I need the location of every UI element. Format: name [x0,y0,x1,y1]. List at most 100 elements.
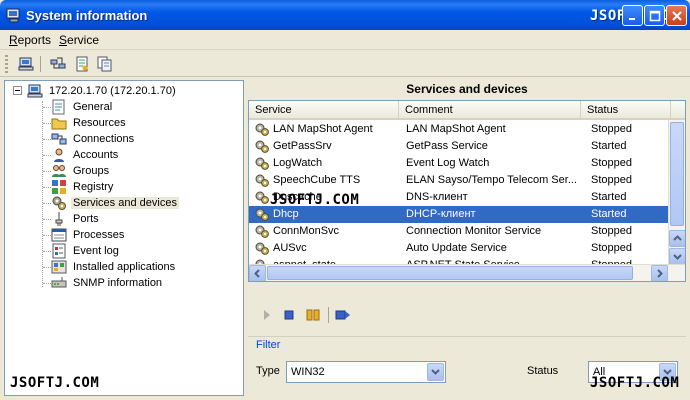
cell-status: Started [591,140,627,152]
processes-icon [51,228,67,242]
watermark-bottom-left: JSOFTJ.COM [10,375,100,391]
connections-icon [51,133,67,145]
tree-connector [43,235,51,236]
tree-item-label: Ports [73,213,99,225]
cell-service: GetPassSrv [273,140,332,152]
tree-item-label: Installed applications [73,261,176,273]
chevron-up-icon [673,235,682,241]
tree-item[interactable]: Services and devices [51,195,179,211]
cell-comment: DNS-клиент [406,191,468,203]
tree-root-label: 172.20.1.70 (172.20.1.70) [49,85,176,97]
pause-service-button[interactable] [304,306,322,324]
filter-legend: Filter [256,339,281,351]
tree-connector [42,101,43,287]
start-service-button[interactable] [258,306,276,324]
tree-item[interactable]: Connections [51,131,136,147]
scroll-left-button[interactable] [249,265,266,281]
chevron-left-icon [254,269,260,278]
accounts-icon [54,148,64,162]
tree-connector [43,187,51,188]
status-label: Status [527,365,559,377]
service-gear-icon [255,191,269,204]
table-row[interactable]: ConnMonSvc Connection Monitor Service Stop… [249,223,670,240]
column-header-comment[interactable]: Comment [399,101,581,120]
table-row[interactable]: LAN MapShot Agent LAN MapShot Agent Stoppe… [249,121,670,138]
general-icon [52,99,65,115]
cell-status: Stopped [591,157,632,169]
column-header-status[interactable]: Status [581,101,671,120]
service-gear-icon [255,208,269,221]
type-select-value: WIN32 [291,366,325,378]
toolbar-network-button[interactable] [48,54,68,74]
services-table[interactable]: Service Comment Status LAN MapShot Agent… [248,100,686,282]
tree-item[interactable]: Registry [51,179,115,195]
cell-service: Dhcp [273,208,299,220]
restart-service-button[interactable] [334,306,352,324]
tree-item[interactable]: Accounts [51,147,120,163]
table-row[interactable]: SpeechCube TTS ELAN Sayso/Tempo Telecom S… [249,172,670,189]
tree-item[interactable]: Resources [51,115,128,131]
cell-comment: Connection Monitor Service [406,225,542,237]
cell-service: LogWatch [273,157,323,169]
toolbar-computer-button[interactable] [16,54,36,74]
cell-status: Started [591,208,627,220]
type-select-dropdown[interactable] [427,363,444,381]
table-row[interactable]: Dhcp DHCP-клиент Started [249,206,670,223]
service-control-bar [248,302,686,328]
tree-connector [43,139,51,140]
title-bar: System information JSOFTJ.COM [0,0,690,30]
vertical-scroll-thumb[interactable] [670,122,684,226]
tree-collapse-toggle[interactable] [13,86,22,95]
menu-bar: Reports Service [0,30,690,50]
play-icon [264,310,270,320]
toolbar-copy-button[interactable] [95,54,115,74]
table-row[interactable]: AUSvc Auto Update Service Stopped [249,240,670,257]
cell-service: SpeechCube TTS [273,174,361,186]
cell-comment: LAN MapShot Agent [406,123,506,135]
maximize-button[interactable] [644,5,665,26]
service-gear-icon [255,157,269,170]
service-gear-icon [255,242,269,255]
minimize-button[interactable] [622,5,643,26]
cell-comment: GetPass Service [406,140,488,152]
type-select[interactable]: WIN32 [286,361,446,383]
eventlog-icon [52,243,66,259]
menu-service-accel: S [59,33,68,47]
vertical-scrollbar[interactable] [668,120,685,266]
cell-status: Stopped [591,123,632,135]
cell-comment: ELAN Sayso/Tempo Telecom Ser... [406,174,577,186]
tree-item[interactable]: Processes [51,227,126,243]
tree-root[interactable]: 172.20.1.70 (172.20.1.70) [27,83,178,99]
scroll-down-button[interactable] [669,248,685,265]
tree-item-label: Processes [73,229,125,241]
menu-reports[interactable]: Reports [9,33,51,47]
tree-item[interactable]: SNMP information [51,275,164,291]
tree-item-label: SNMP information [73,277,163,289]
toolbar-report-button[interactable] [72,54,92,74]
menu-service[interactable]: Service [59,33,99,47]
cell-status: Started [591,191,627,203]
cell-comment: DHCP-клиент [406,208,476,220]
table-row[interactable]: GetPassSrv GetPass Service Started [249,138,670,155]
chevron-down-icon [431,369,440,375]
tree-item[interactable]: Installed applications [51,259,177,275]
scroll-right-button[interactable] [651,265,668,281]
cell-service: ConnMonSvc [273,225,340,237]
tree-item[interactable]: Ports [51,211,101,227]
horizontal-scrollbar[interactable] [249,264,685,281]
stop-service-button[interactable] [280,306,298,324]
close-icon [672,11,682,21]
table-row[interactable]: LogWatch Event Log Watch Stopped [249,155,670,172]
horizontal-scroll-thumb[interactable] [267,266,633,280]
scroll-up-button[interactable] [669,230,685,247]
column-header-service[interactable]: Service [249,101,399,120]
tree-item[interactable]: Event log [51,243,121,259]
network-icon [50,57,66,69]
tree-item[interactable]: Groups [51,163,111,179]
close-button[interactable] [666,5,687,26]
toolbar-grip[interactable] [5,55,8,73]
tree-item-label: Resources [73,117,126,129]
tree-view[interactable]: 172.20.1.70 (172.20.1.70) General Resourc… [4,80,244,396]
tree-item[interactable]: General [51,99,114,115]
services-icon [52,196,66,210]
